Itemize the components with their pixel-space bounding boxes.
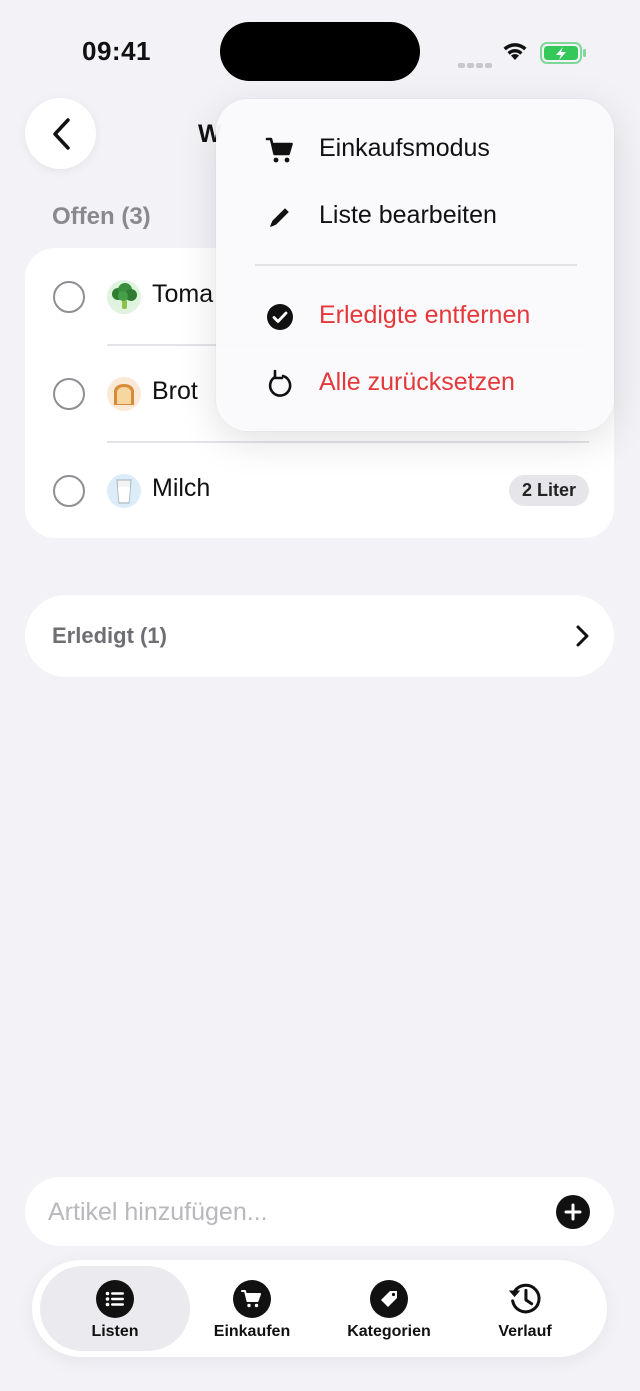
options-menu: Einkaufsmodus Liste bearbeiten Erledigte… bbox=[216, 99, 614, 431]
quantity-badge: 2 Liter bbox=[508, 475, 589, 506]
tab-label: Verlauf bbox=[498, 1323, 552, 1340]
item-emoji bbox=[107, 474, 141, 508]
cellular-signal-icon bbox=[458, 55, 494, 73]
tab-label: Kategorien bbox=[347, 1323, 431, 1340]
cart-icon bbox=[233, 1280, 271, 1318]
tab-label: Listen bbox=[91, 1323, 139, 1340]
add-item-input[interactable] bbox=[48, 1195, 528, 1229]
item-emoji bbox=[107, 280, 141, 314]
plus-circle-icon bbox=[564, 1203, 582, 1221]
tab-categories[interactable]: Kategorien bbox=[319, 1266, 459, 1351]
list-icon bbox=[96, 1280, 134, 1318]
checkmark-circle-icon bbox=[264, 301, 296, 333]
chevron-left-icon bbox=[52, 117, 70, 150]
status-time: 09:41 bbox=[82, 36, 151, 66]
item-checkbox[interactable] bbox=[53, 281, 85, 313]
reset-arrow-icon bbox=[264, 368, 296, 400]
battery-charging-icon bbox=[540, 42, 586, 64]
tab-label: Einkaufen bbox=[213, 1323, 291, 1340]
done-section-row[interactable]: Erledigt (1) bbox=[25, 595, 614, 677]
menu-item-label: Einkaufsmodus bbox=[319, 134, 490, 162]
wifi-icon bbox=[503, 43, 527, 60]
tab-bar: Listen Einkaufen Kategorien Verlauf bbox=[32, 1260, 607, 1357]
cart-icon bbox=[264, 134, 296, 166]
pencil-icon bbox=[264, 201, 296, 233]
menu-item-shopping-mode[interactable]: Einkaufsmodus bbox=[216, 119, 614, 177]
item-name: Brot bbox=[152, 377, 198, 405]
item-name: Toma bbox=[152, 280, 214, 308]
item-checkbox[interactable] bbox=[53, 378, 85, 410]
add-item-bar bbox=[25, 1177, 614, 1246]
tab-lists[interactable]: Listen bbox=[40, 1266, 190, 1351]
add-item-button[interactable] bbox=[556, 1195, 590, 1229]
menu-item-remove-done[interactable]: Erledigte entfernen bbox=[216, 286, 614, 344]
tab-shopping[interactable]: Einkaufen bbox=[182, 1266, 322, 1351]
open-section-title: Offen (3) bbox=[52, 203, 151, 230]
menu-item-label: Alle zurücksetzen bbox=[319, 368, 515, 396]
menu-item-reset-all[interactable]: Alle zurücksetzen bbox=[216, 353, 614, 411]
broccoli-icon bbox=[112, 283, 137, 309]
tag-icon bbox=[370, 1280, 408, 1318]
menu-item-label: Erledigte entfernen bbox=[319, 301, 531, 329]
bread-icon bbox=[114, 384, 134, 405]
list-item[interactable]: Milch 2 Liter bbox=[25, 442, 614, 538]
item-checkbox[interactable] bbox=[53, 475, 85, 507]
history-icon bbox=[506, 1280, 544, 1318]
milk-glass-icon bbox=[116, 479, 132, 504]
menu-item-edit-list[interactable]: Liste bearbeiten bbox=[216, 186, 614, 244]
item-emoji bbox=[107, 377, 141, 411]
chevron-right-icon bbox=[576, 625, 589, 647]
status-icons bbox=[458, 38, 588, 68]
done-section-label: Erledigt (1) bbox=[52, 623, 167, 648]
menu-item-label: Liste bearbeiten bbox=[319, 201, 497, 229]
tab-history[interactable]: Verlauf bbox=[455, 1266, 595, 1351]
dynamic-island bbox=[220, 22, 420, 81]
menu-separator bbox=[255, 264, 577, 266]
item-name: Milch bbox=[152, 474, 211, 502]
back-button[interactable] bbox=[25, 98, 96, 169]
